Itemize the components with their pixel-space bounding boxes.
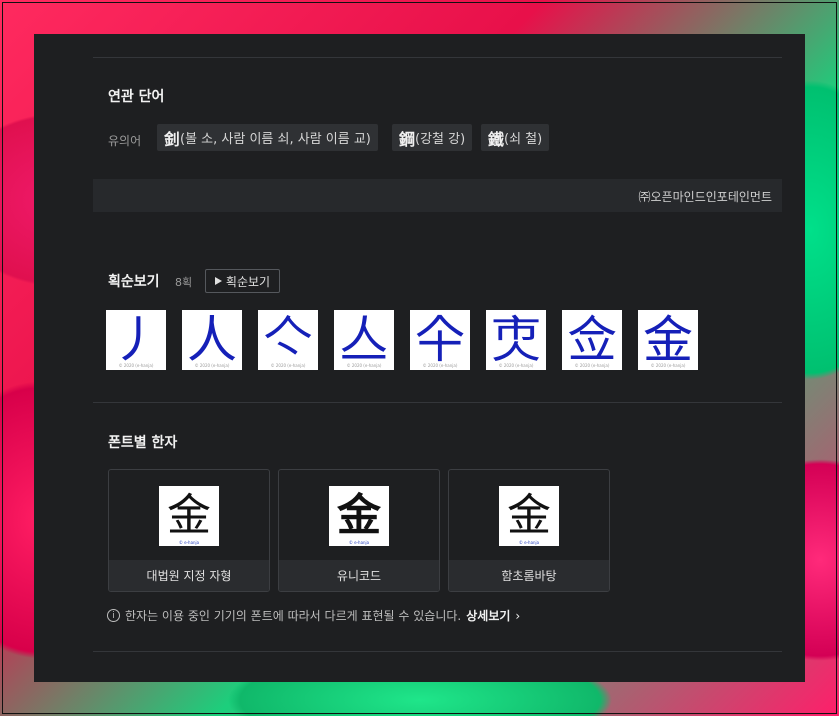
font-watermark: © e-hanja bbox=[348, 540, 370, 545]
stroke-step-3: 亽 © 2020 (e-hanja) bbox=[258, 310, 318, 370]
stroke-watermark: © 2020 (e-hanja) bbox=[498, 363, 534, 368]
font-sample-glyph: 金 bbox=[337, 490, 381, 541]
synonym-hanja: 鋼 bbox=[399, 129, 416, 149]
divider-middle bbox=[93, 402, 782, 403]
stroke-step-5: 仐 © 2020 (e-hanja) bbox=[410, 310, 470, 370]
stroke-order-button[interactable]: 획순보기 bbox=[205, 269, 280, 293]
stroke-count: 8획 bbox=[175, 276, 193, 289]
font-notice: i 한자는 이용 중인 기기의 폰트에 따라서 다르게 표현될 수 있습니다. … bbox=[107, 607, 520, 624]
stroke-watermark: © 2020 (e-hanja) bbox=[118, 363, 154, 368]
stroke-glyph: 金 bbox=[643, 311, 693, 369]
synonym-chip-3[interactable]: 鐵 (쇠 철) bbox=[481, 124, 550, 151]
font-card-hamchorom[interactable]: 金 © e-hanja 함초롬바탕 bbox=[448, 469, 610, 592]
source-text: ㈜오픈마인드인포테인먼트 bbox=[638, 190, 772, 204]
stroke-step-6: 𠆴 © 2020 (e-hanja) bbox=[486, 310, 546, 370]
synonym-hanja: 釗 bbox=[164, 129, 181, 149]
font-card-label: 유니코드 bbox=[279, 560, 439, 591]
font-notice-text: 한자는 이용 중인 기기의 폰트에 따라서 다르게 표현될 수 있습니다. bbox=[125, 609, 462, 623]
stroke-glyph: 亽 bbox=[263, 311, 313, 369]
stroke-step-4: 亼 © 2020 (e-hanja) bbox=[334, 310, 394, 370]
stroke-step-1: 丿 © 2020 (e-hanja) bbox=[106, 310, 166, 370]
font-sample-image: 金 © e-hanja bbox=[159, 486, 219, 546]
font-sample-glyph: 金 bbox=[167, 490, 211, 541]
synonym-hanja: 鐵 bbox=[488, 129, 505, 149]
stroke-order-title: 획순보기 bbox=[108, 274, 160, 290]
synonym-reading: (볼 소, 사람 이름 쇠, 사람 이름 교) bbox=[180, 132, 371, 147]
info-icon: i bbox=[107, 609, 120, 622]
divider-top bbox=[93, 57, 782, 58]
font-sample-image: 金 © e-hanja bbox=[499, 486, 559, 546]
synonym-reading: (강철 강) bbox=[415, 132, 466, 147]
stroke-glyph: 丿 bbox=[111, 311, 161, 369]
font-card-label: 대법원 지정 자형 bbox=[109, 560, 269, 591]
source-bar: ㈜오픈마인드인포테인먼트 bbox=[93, 179, 782, 212]
stroke-watermark: © 2020 (e-hanja) bbox=[650, 363, 686, 368]
stroke-order-button-label: 획순보기 bbox=[225, 274, 271, 289]
related-words-title: 연관 단어 bbox=[108, 89, 165, 105]
stroke-watermark: © 2020 (e-hanja) bbox=[574, 363, 610, 368]
stroke-step-7: 佥 © 2020 (e-hanja) bbox=[562, 310, 622, 370]
font-card-supreme-court[interactable]: 金 © e-hanja 대법원 지정 자형 bbox=[108, 469, 270, 592]
stroke-watermark: © 2020 (e-hanja) bbox=[194, 363, 230, 368]
stroke-watermark: © 2020 (e-hanja) bbox=[270, 363, 306, 368]
stroke-step-2: 人 © 2020 (e-hanja) bbox=[182, 310, 242, 370]
details-link[interactable]: 상세보기 bbox=[466, 607, 510, 624]
stroke-glyph: 𠆴 bbox=[491, 311, 541, 369]
stroke-glyph: 亼 bbox=[339, 311, 389, 369]
stroke-glyph: 人 bbox=[187, 311, 237, 369]
stroke-step-8: 金 © 2020 (e-hanja) bbox=[638, 310, 698, 370]
chevron-right-icon: › bbox=[515, 608, 521, 623]
font-sample-glyph: 金 bbox=[507, 491, 551, 540]
stroke-watermark: © 2020 (e-hanja) bbox=[346, 363, 382, 368]
font-watermark: © e-hanja bbox=[178, 540, 200, 545]
stroke-glyph: 佥 bbox=[567, 311, 617, 369]
font-card-unicode[interactable]: 金 © e-hanja 유니코드 bbox=[278, 469, 440, 592]
font-card-label: 함초롬바탕 bbox=[449, 560, 609, 591]
synonym-reading: (쇠 철) bbox=[504, 132, 543, 147]
synonym-label: 유의어 bbox=[108, 134, 142, 148]
divider-bottom bbox=[93, 651, 782, 652]
play-icon bbox=[214, 277, 222, 285]
stroke-watermark: © 2020 (e-hanja) bbox=[422, 363, 458, 368]
font-sample-image: 金 © e-hanja bbox=[329, 486, 389, 546]
font-watermark: © e-hanja bbox=[518, 540, 540, 545]
fonts-title: 폰트별 한자 bbox=[108, 435, 178, 451]
synonym-chip-2[interactable]: 鋼 (강철 강) bbox=[392, 124, 473, 151]
synonym-chip-1[interactable]: 釗 (볼 소, 사람 이름 쇠, 사람 이름 교) bbox=[157, 124, 378, 151]
stroke-glyph: 仐 bbox=[415, 311, 465, 369]
